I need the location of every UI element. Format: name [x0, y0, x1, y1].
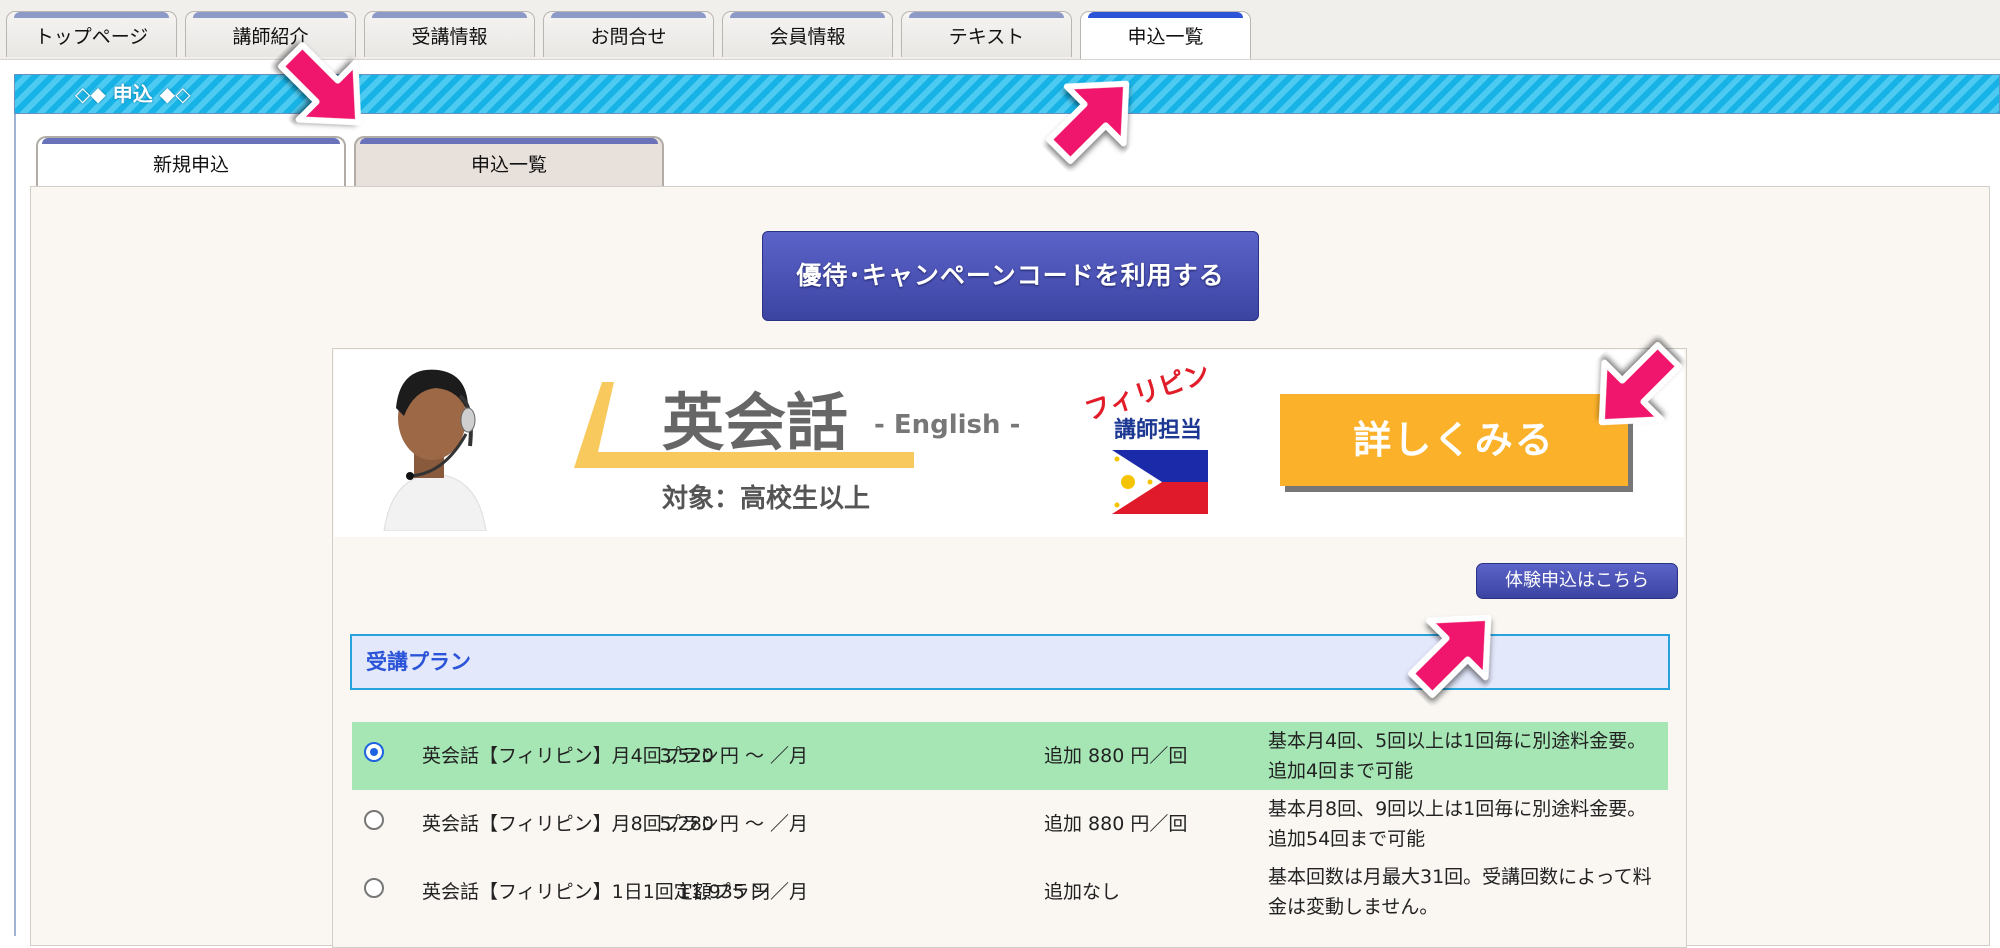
- tab-text[interactable]: テキスト: [901, 11, 1072, 57]
- tab-contact[interactable]: お問合せ: [543, 11, 714, 57]
- plan-note: 基本回数は月最大31回。受講回数によって料金は変動しません。: [1268, 866, 1652, 918]
- plan-row[interactable]: 英会話【フィリピン】月4回プラン 3,520 円 〜 ／月 追加 880 円／回…: [352, 722, 1668, 790]
- course-title: 英会話: [662, 386, 849, 459]
- subtab-application-list[interactable]: 申込一覧: [354, 136, 664, 186]
- plan-radio-button[interactable]: [364, 878, 384, 898]
- tab-application-list[interactable]: 申込一覧: [1080, 11, 1251, 59]
- plan-radio-button[interactable]: [364, 742, 384, 762]
- tab-lesson-info[interactable]: 受講情報: [364, 11, 535, 57]
- plan-price: 11,935 円／月: [678, 881, 808, 903]
- campaign-code-button[interactable]: 優待･キャンペーンコードを利用する: [762, 231, 1259, 321]
- view-details-button[interactable]: 詳しくみる: [1280, 394, 1628, 486]
- annotation-arrow-icon: [1408, 614, 1492, 698]
- tab-top-page[interactable]: トップページ: [6, 11, 177, 57]
- tab-member-info[interactable]: 会員情報: [722, 11, 893, 57]
- plan-row[interactable]: 英会話【フィリピン】月8回プラン 5,280 円 〜 ／月 追加 880 円／回…: [352, 790, 1668, 858]
- annotation-arrow-icon: [1598, 342, 1682, 426]
- plan-note: 基本月8回、9回以上は1回毎に別途料金要。追加54回まで可能: [1268, 798, 1647, 850]
- section-title: ◇◆ 申込 ◆◇: [75, 82, 191, 106]
- plan-extra-fee: 追加 880 円／回: [1044, 745, 1188, 767]
- instructor-photo-icon: [374, 356, 494, 531]
- course-target: 対象：高校生以上: [662, 484, 871, 514]
- plan-extra-fee: 追加 880 円／回: [1044, 813, 1188, 835]
- course-subtitle: - English -: [874, 410, 1021, 440]
- plan-note: 基本月4回、5回以上は1回毎に別途料金要。追加4回まで可能: [1268, 730, 1647, 782]
- left-border: [14, 114, 16, 936]
- course-banner: 英会話 - English - 対象：高校生以上 フィリピン 講師担当 詳しくみ…: [334, 350, 1684, 537]
- plan-radio-button[interactable]: [364, 810, 384, 830]
- plan-extra-fee: 追加なし: [1044, 881, 1121, 903]
- trial-application-button[interactable]: 体験申込はこちら: [1476, 563, 1678, 599]
- teacher-label: 講師担当: [1114, 418, 1203, 443]
- annotation-arrow-icon: [1046, 80, 1130, 164]
- plan-row[interactable]: 英会話【フィリピン】1日1回定額プラン 11,935 円／月 追加なし 基本回数…: [352, 858, 1668, 926]
- plan-price: 5,280 円 〜 ／月: [659, 813, 808, 835]
- annotation-arrow-icon: [278, 42, 362, 126]
- philippines-flag-icon: [1112, 450, 1208, 514]
- plan-price: 3,520 円 〜 ／月: [659, 745, 808, 767]
